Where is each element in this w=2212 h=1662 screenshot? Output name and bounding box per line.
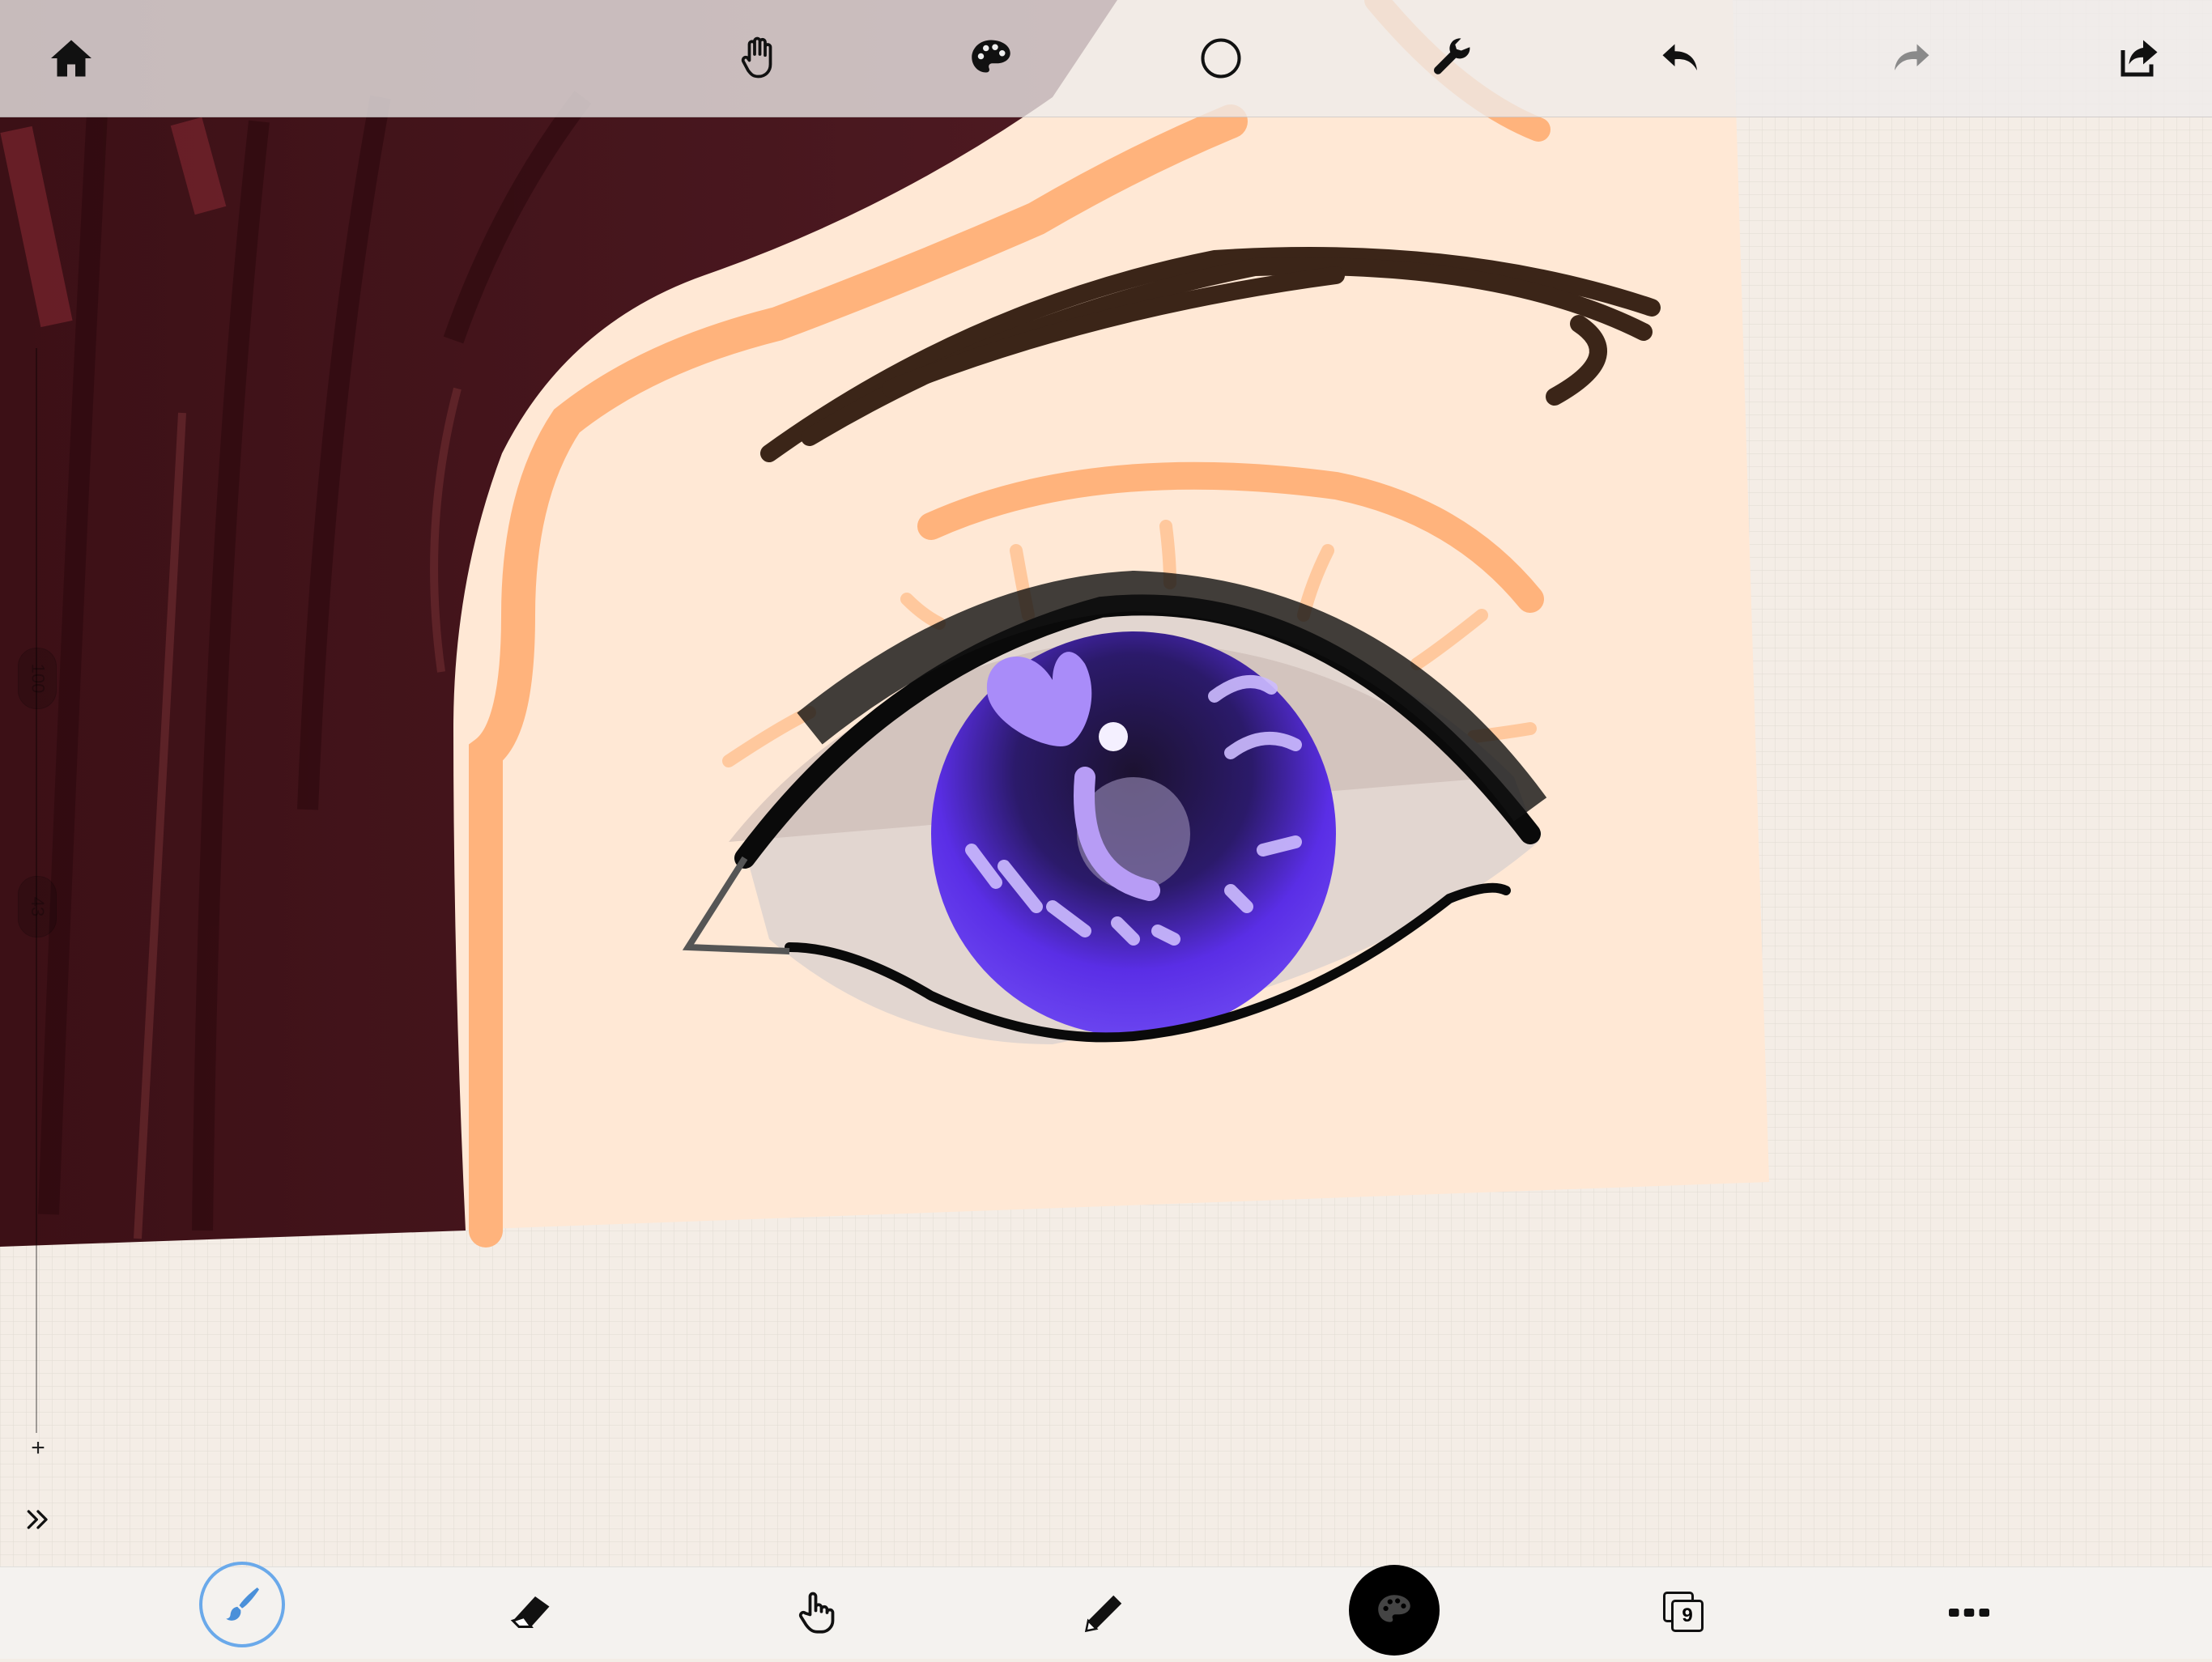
share-icon[interactable] xyxy=(2105,24,2173,92)
eraser-icon[interactable] xyxy=(497,1579,565,1647)
wrench-icon[interactable] xyxy=(1419,24,1487,92)
pointing-hand-icon[interactable] xyxy=(782,1579,850,1647)
add-button[interactable]: + xyxy=(24,1435,52,1462)
palette-icon xyxy=(1378,1595,1410,1622)
brush-size-value: 100 xyxy=(28,663,48,694)
circle-outline-icon[interactable] xyxy=(1187,24,1255,92)
undo-arrow-icon[interactable] xyxy=(1647,24,1715,92)
redo-arrow-icon[interactable] xyxy=(1877,24,1945,92)
brush-size-opacity-slider[interactable]: 100 43 xyxy=(18,348,57,1433)
artwork xyxy=(0,0,2212,1658)
palette-icon[interactable] xyxy=(957,24,1025,92)
opacity-value: 43 xyxy=(27,896,48,917)
bottom-toolbar: 9 xyxy=(0,1562,2212,1659)
brush-size-handle[interactable]: 100 xyxy=(18,648,57,709)
opacity-handle[interactable]: 43 xyxy=(18,876,57,937)
color-picker-button[interactable] xyxy=(1349,1565,1440,1656)
sparkle-highlight xyxy=(1099,722,1128,751)
paintbrush-icon[interactable] xyxy=(199,1562,285,1647)
hand-icon[interactable] xyxy=(725,24,793,92)
pencil-icon[interactable] xyxy=(1070,1579,1138,1647)
top-toolbar xyxy=(0,0,2212,117)
layers-icon[interactable]: 9 xyxy=(1650,1579,1718,1647)
double-chevron-right-icon[interactable] xyxy=(16,1499,60,1540)
layers-count: 9 xyxy=(1682,1605,1693,1626)
drawing-canvas[interactable] xyxy=(0,0,2212,1658)
home-icon[interactable] xyxy=(37,24,105,92)
ellipsis-icon[interactable] xyxy=(1935,1579,2003,1647)
